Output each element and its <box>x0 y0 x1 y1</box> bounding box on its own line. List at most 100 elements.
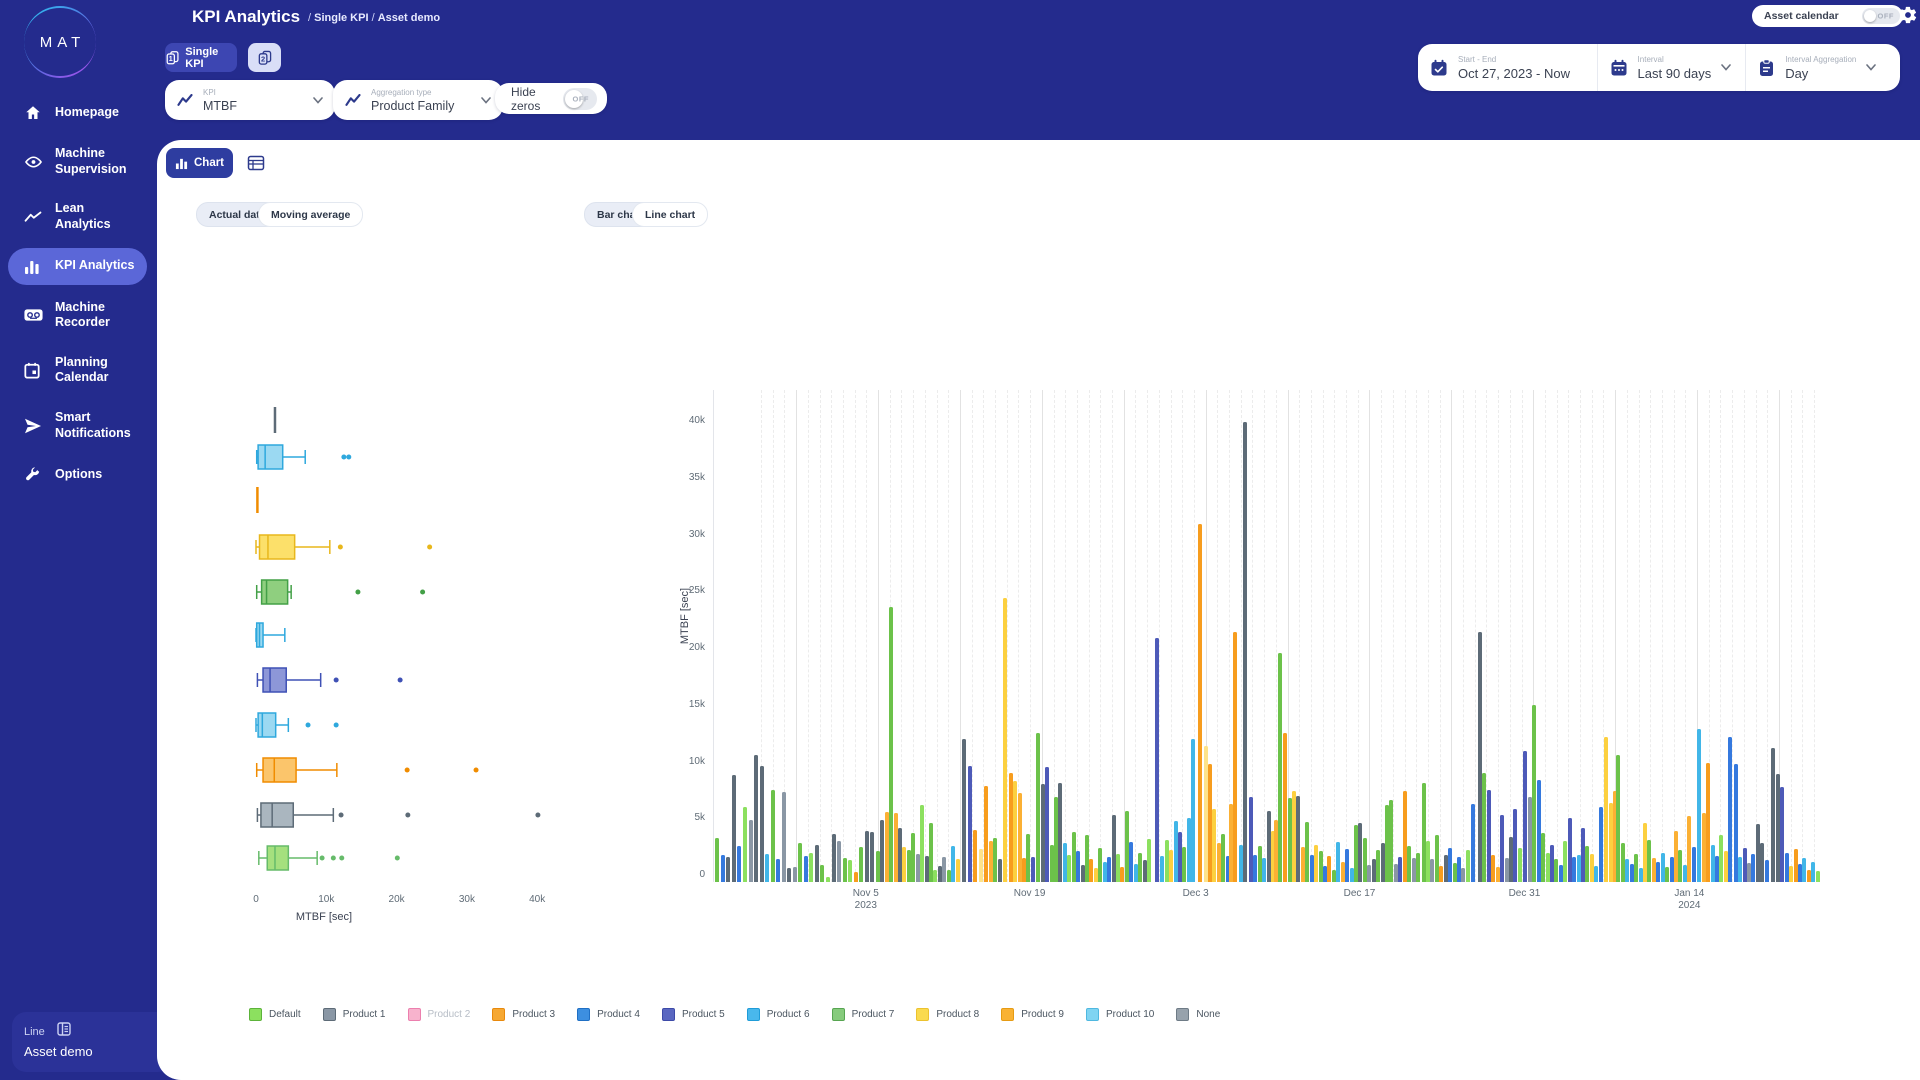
bar[interactable] <box>1013 781 1017 882</box>
bar[interactable] <box>1807 870 1811 882</box>
bar[interactable] <box>1765 860 1769 882</box>
bar[interactable] <box>984 786 988 882</box>
start-end-picker[interactable]: Start - End Oct 27, 2023 - Now <box>1418 44 1597 91</box>
bar[interactable] <box>715 838 719 882</box>
bar[interactable] <box>1444 855 1448 882</box>
bar[interactable] <box>793 867 797 882</box>
bar[interactable] <box>1550 845 1554 882</box>
bar[interactable] <box>1221 834 1225 882</box>
bar[interactable] <box>1327 856 1331 882</box>
bar[interactable] <box>1267 811 1271 883</box>
legend-item-product-1[interactable]: Product 1 <box>323 1008 386 1021</box>
bar[interactable] <box>1706 763 1710 882</box>
bar[interactable] <box>1532 705 1536 882</box>
bar[interactable] <box>743 807 747 882</box>
bar[interactable] <box>1652 858 1656 882</box>
bar[interactable] <box>1103 862 1107 882</box>
bar[interactable] <box>1112 815 1116 882</box>
bar[interactable] <box>1482 773 1486 882</box>
bar[interactable] <box>1422 783 1426 882</box>
bar[interactable] <box>1319 851 1323 882</box>
bar[interactable] <box>798 843 802 882</box>
bar[interactable] <box>1728 737 1732 882</box>
bar[interactable] <box>1771 748 1775 882</box>
bar[interactable] <box>894 813 898 882</box>
bar[interactable] <box>1147 839 1151 882</box>
bar[interactable] <box>1125 811 1129 883</box>
legend-item-product-9[interactable]: Product 9 <box>1001 1008 1064 1021</box>
legend-item-product-7[interactable]: Product 7 <box>832 1008 895 1021</box>
bar[interactable] <box>1160 856 1164 882</box>
bar[interactable] <box>749 820 753 882</box>
bar[interactable] <box>1794 849 1798 882</box>
bar[interactable] <box>1776 774 1780 882</box>
bar[interactable] <box>1634 854 1638 882</box>
bar[interactable] <box>1471 804 1475 882</box>
bar[interactable] <box>1182 847 1186 882</box>
bar[interactable] <box>880 820 884 882</box>
bar[interactable] <box>1067 855 1071 882</box>
bar[interactable] <box>1107 857 1111 882</box>
legend-item-product-2[interactable]: Product 2 <box>408 1008 471 1021</box>
sidebar-item-homepage[interactable]: Homepage <box>8 94 147 131</box>
bar[interactable] <box>1599 807 1603 882</box>
bar[interactable] <box>916 854 920 882</box>
bar[interactable] <box>760 766 764 882</box>
bar[interactable] <box>1505 858 1509 882</box>
bar[interactable] <box>1643 823 1647 882</box>
bar[interactable] <box>1816 871 1820 882</box>
bar[interactable] <box>1191 739 1195 882</box>
bar[interactable] <box>1661 853 1665 883</box>
bar[interactable] <box>1178 832 1182 882</box>
bar[interactable] <box>889 607 893 882</box>
line-chart-button[interactable]: Line chart <box>632 202 708 227</box>
sidebar-item-kpi-analytics[interactable]: KPI Analytics <box>8 248 147 285</box>
bar[interactable] <box>1719 835 1723 882</box>
bar[interactable] <box>1513 809 1517 882</box>
bar[interactable] <box>1045 767 1049 882</box>
bar[interactable] <box>1457 857 1461 882</box>
bar[interactable] <box>1134 864 1138 882</box>
bar[interactable] <box>1249 797 1253 882</box>
bar[interactable] <box>1212 809 1216 882</box>
bar[interactable] <box>732 775 736 882</box>
tab-table[interactable] <box>247 154 265 177</box>
bar[interactable] <box>1332 870 1336 882</box>
bar[interactable] <box>1738 857 1742 882</box>
bar[interactable] <box>885 812 889 882</box>
bar[interactable] <box>1407 846 1411 882</box>
bar[interactable] <box>1559 865 1563 882</box>
legend-item-default[interactable]: Default <box>249 1008 301 1021</box>
bar[interactable] <box>1585 846 1589 882</box>
bar[interactable] <box>1072 832 1076 882</box>
bar[interactable] <box>1187 818 1191 882</box>
bar[interactable] <box>1697 729 1701 882</box>
bar[interactable] <box>1563 841 1567 882</box>
legend-item-none[interactable]: None <box>1176 1008 1220 1021</box>
bar[interactable] <box>820 865 824 882</box>
bar[interactable] <box>1198 524 1202 882</box>
bar[interactable] <box>1630 864 1634 882</box>
bar[interactable] <box>1678 850 1682 882</box>
bar[interactable] <box>933 870 937 882</box>
sidebar-item-lean-analytics[interactable]: Lean Analytics <box>8 192 147 241</box>
bar[interactable] <box>1243 422 1247 882</box>
bar[interactable] <box>1416 853 1420 883</box>
bar[interactable] <box>1518 848 1522 882</box>
bar[interactable] <box>1116 854 1120 882</box>
bar[interactable] <box>993 838 997 882</box>
sidebar-item-machine-recorder[interactable]: Machine Recorder <box>8 291 147 340</box>
bar[interactable] <box>956 859 960 882</box>
bar[interactable] <box>1063 843 1067 882</box>
bar[interactable] <box>902 847 906 882</box>
bar[interactable] <box>1376 850 1380 882</box>
bar[interactable] <box>1204 746 1208 882</box>
bar[interactable] <box>1169 850 1173 882</box>
bar[interactable] <box>1609 803 1613 882</box>
bar[interactable] <box>1389 800 1393 882</box>
legend-item-product-3[interactable]: Product 3 <box>492 1008 555 1021</box>
aggregation-dropdown[interactable]: Aggregation type Product Family <box>333 80 503 120</box>
bar[interactable] <box>1022 858 1026 882</box>
kpi-dropdown[interactable]: KPI MTBF <box>165 80 335 120</box>
bar[interactable] <box>1394 864 1398 882</box>
